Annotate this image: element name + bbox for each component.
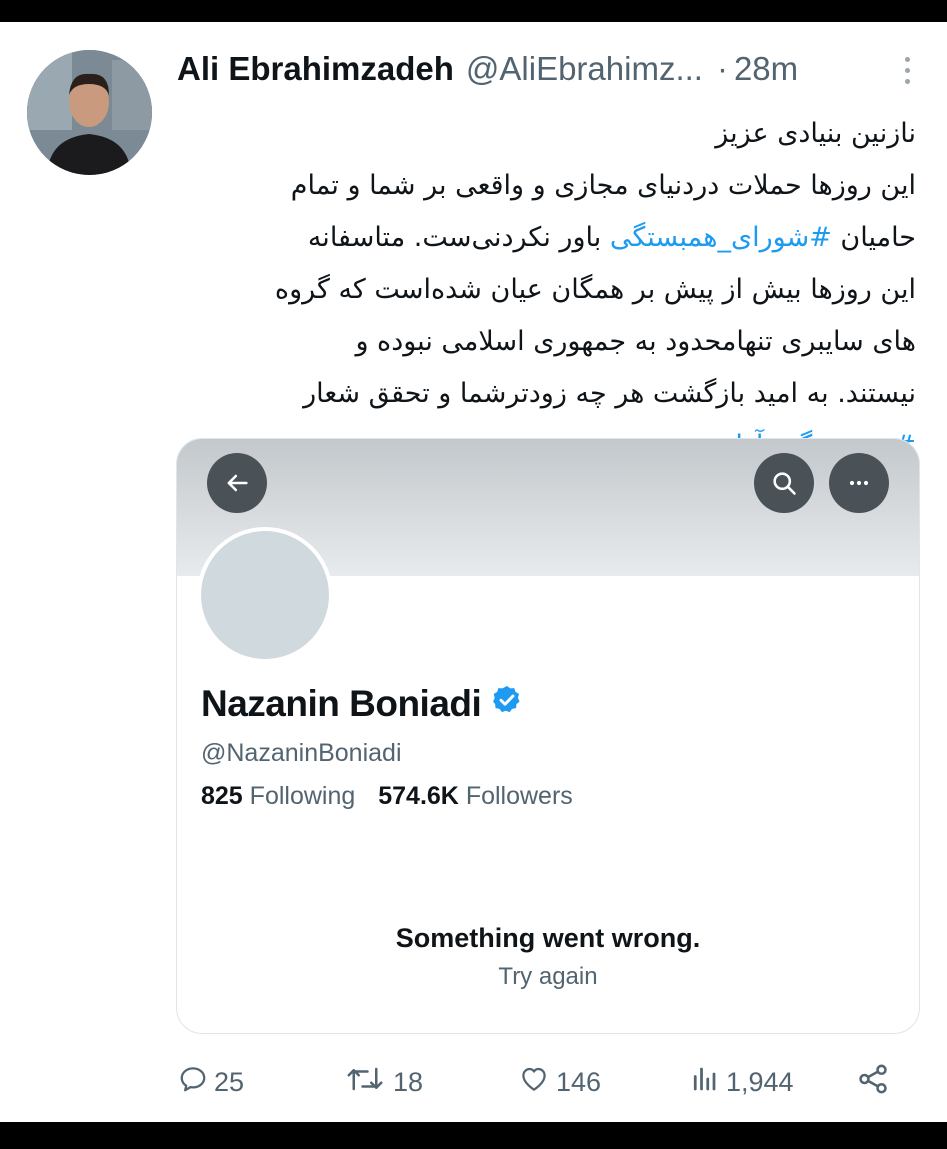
bar-chart-icon — [688, 1064, 720, 1101]
reply-count: 25 — [214, 1066, 245, 1097]
error-message: Something went wrong. — [395, 923, 701, 953]
tweet-time[interactable]: 28m — [734, 50, 798, 88]
profile-avatar-placeholder — [197, 527, 333, 663]
try-again-link: Try again — [498, 963, 598, 990]
tweet-line-text: باور نکردنی‌ست. متاسفانه — [307, 222, 610, 253]
profile-handle: @NazaninBoniadi — [201, 739, 402, 767]
separator-dot: · — [716, 50, 728, 87]
tweet-line: حامیان #شورای_همبستگی باور نکردنی‌ست. مت… — [176, 212, 916, 264]
followers-label: Followers — [465, 782, 573, 810]
tweet-header: Ali Ebrahimzadeh @AliEbrahimz... · 28m — [177, 44, 917, 94]
embedded-profile-screenshot[interactable]: Nazanin Boniadi @NazaninBoniadi 825 Foll… — [176, 438, 920, 1034]
verified-badge-icon — [491, 683, 523, 725]
share-icon — [856, 1062, 890, 1103]
reply-icon — [178, 1064, 208, 1101]
profile-stats: 825 Following 574.6K Followers — [201, 782, 573, 811]
tweet-action-bar: 25 18 146 1,944 — [178, 1062, 898, 1102]
profile-name: Nazanin Boniadi — [201, 683, 482, 724]
followers-count: 574.6K — [378, 782, 459, 810]
profile-name-row: Nazanin Boniadi — [201, 683, 523, 725]
like-count: 146 — [556, 1066, 602, 1097]
following-label: Following — [249, 782, 356, 810]
hashtag-link[interactable]: #شورای_همبستگی — [610, 222, 832, 253]
view-count: 1,944 — [726, 1066, 794, 1097]
like-button[interactable]: 146 — [518, 1062, 601, 1102]
heart-icon — [518, 1064, 550, 1101]
author-handle[interactable]: @AliEbrahimz... — [466, 50, 703, 88]
tweet-text: نازنین بنیادی عزیز این روزها حملات دردنی… — [176, 108, 916, 472]
more-icon — [829, 453, 889, 513]
share-button[interactable] — [856, 1062, 890, 1102]
views-button[interactable]: 1,944 — [688, 1062, 794, 1102]
retweet-button[interactable]: 18 — [343, 1062, 423, 1102]
reply-button[interactable]: 25 — [178, 1062, 244, 1102]
back-arrow-icon — [207, 453, 267, 513]
following-count: 825 — [201, 782, 243, 810]
author-name[interactable]: Ali Ebrahimzadeh — [177, 50, 454, 88]
tweet-line: این روزها حملات دردنیای مجازی و واقعی بر… — [290, 170, 916, 201]
search-icon — [754, 453, 814, 513]
tweet-line: این روزها بیش از پیش بر همگان عیان شده‌ا… — [274, 274, 916, 305]
retweet-icon — [343, 1064, 387, 1101]
author-avatar[interactable] — [27, 50, 152, 175]
tweet-line: نازنین بنیادی عزیز — [715, 118, 916, 149]
tweet-line: های سایبری تنهامحدود به جمهوری اسلامی نب… — [355, 326, 916, 357]
more-vertical-icon[interactable] — [897, 50, 917, 90]
tweet-line: نیستند. به امید بازگشت هر چه زودترشما و … — [303, 378, 916, 409]
tweet-line-text: حامیان — [831, 222, 916, 253]
tweet-screen: Ali Ebrahimzadeh @AliEbrahimz... · 28m ن… — [0, 22, 947, 1122]
retweet-count: 18 — [393, 1066, 424, 1097]
